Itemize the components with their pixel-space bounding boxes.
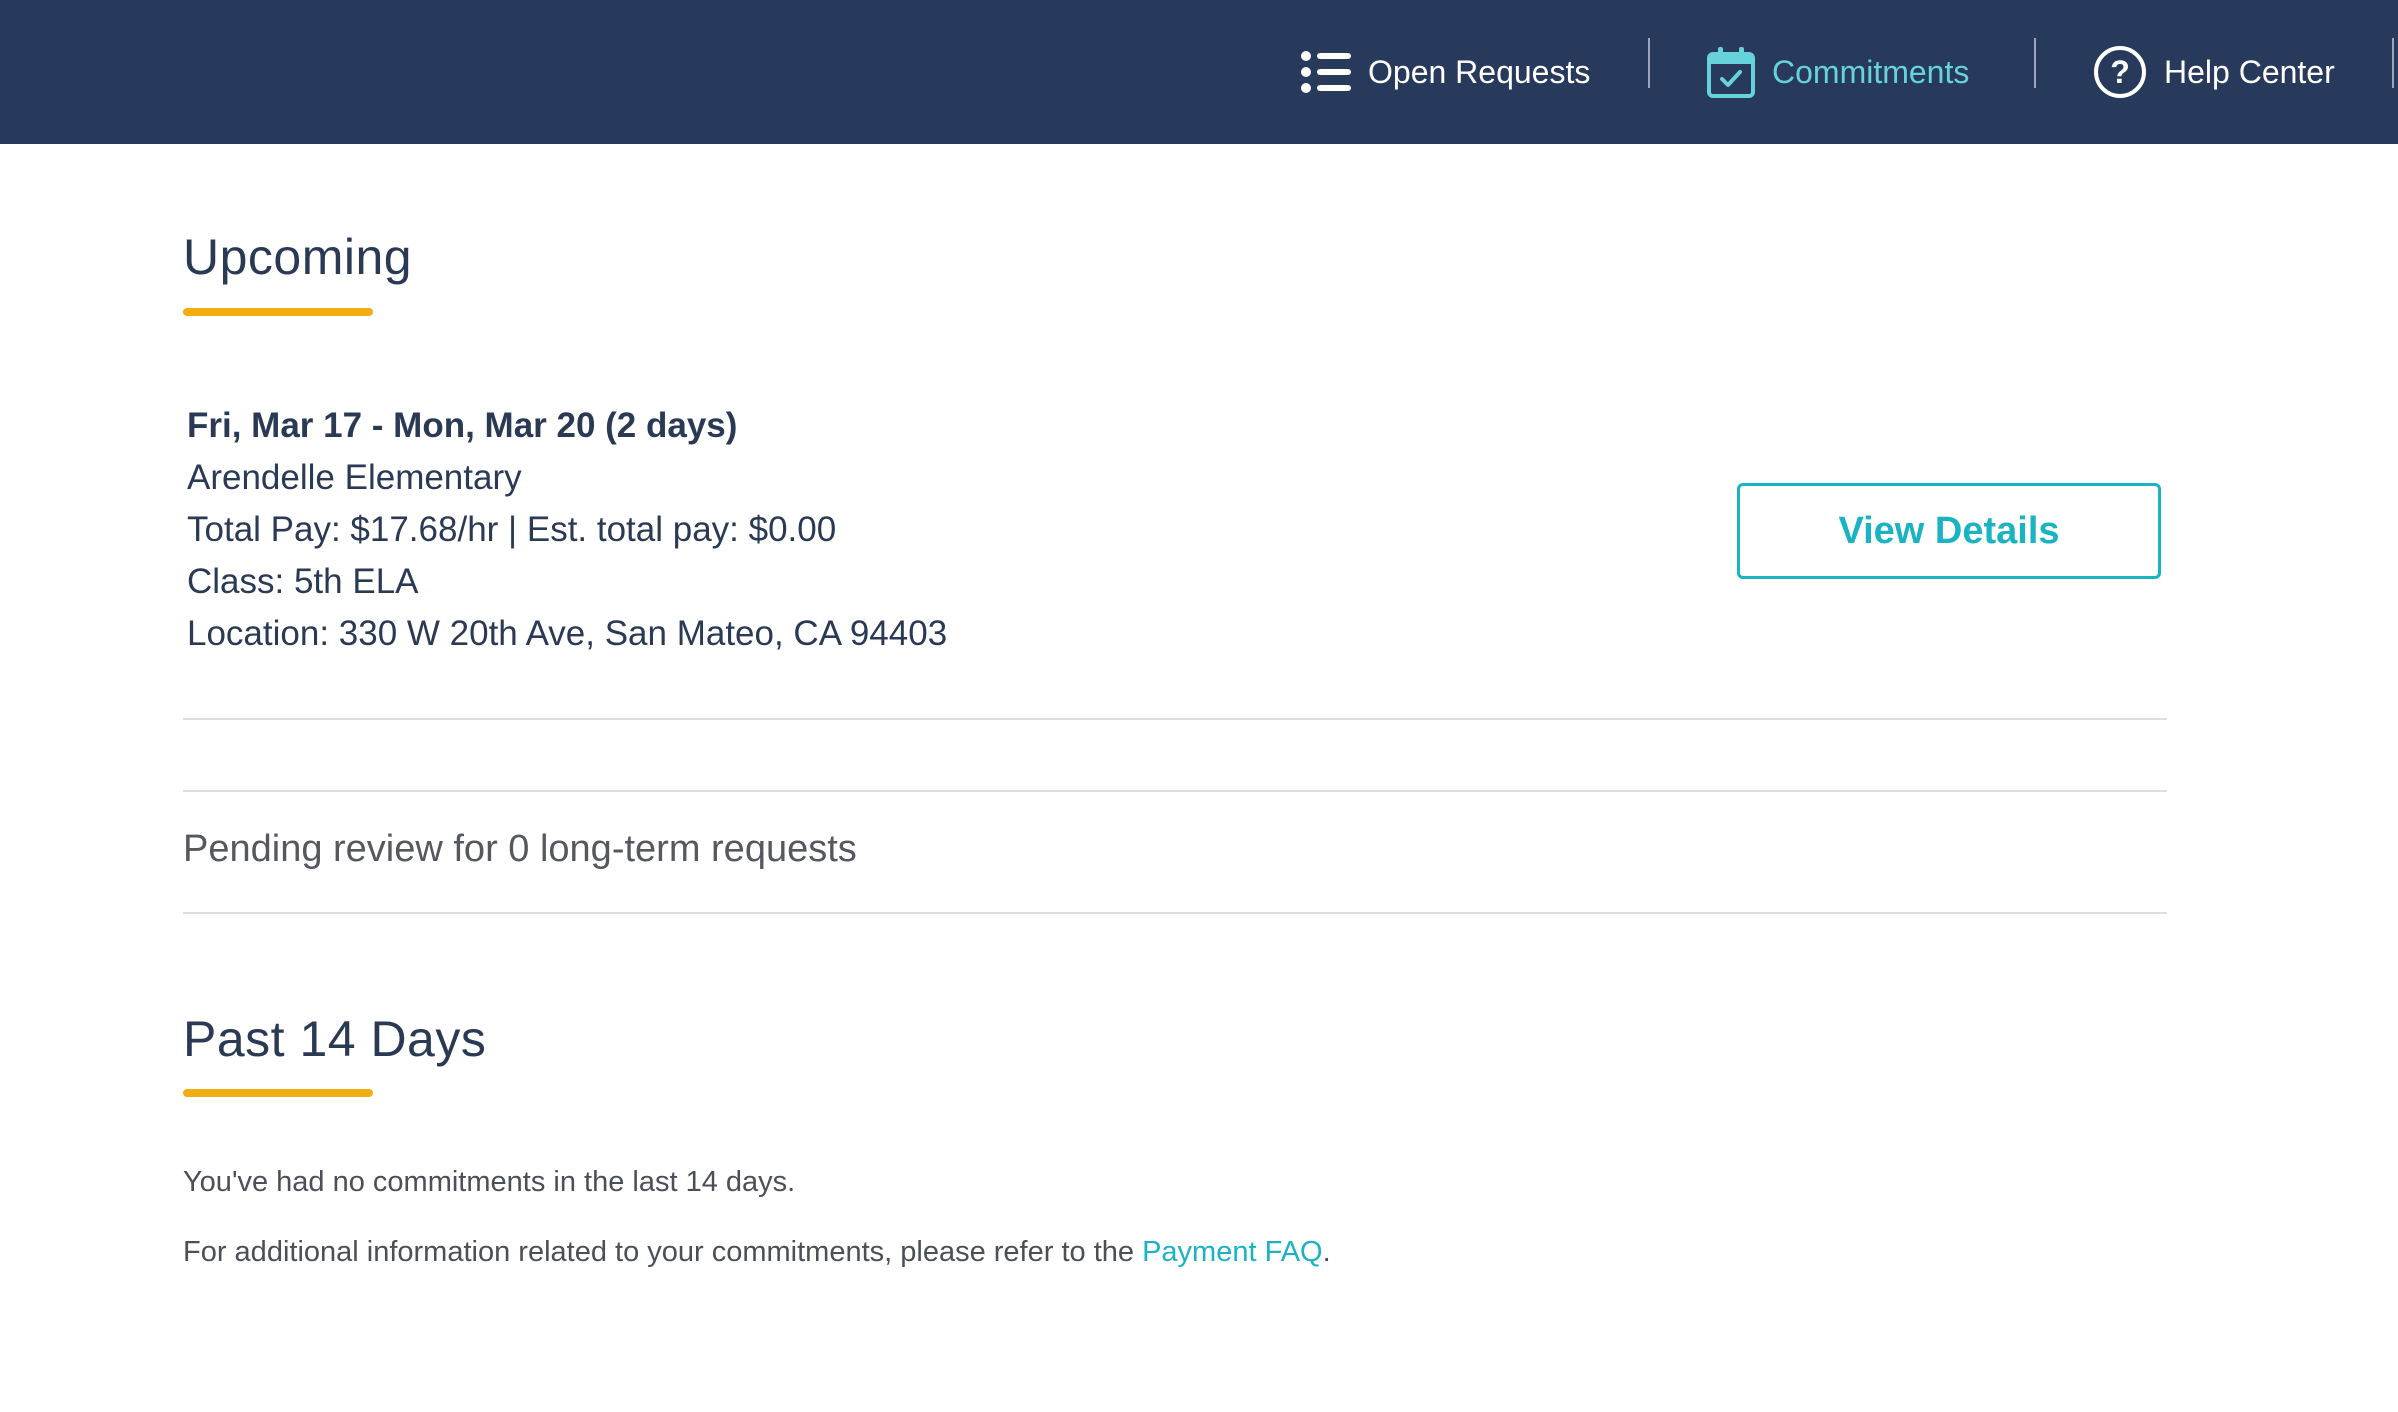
commitment-pay: Total Pay: $17.68/hr | Est. total pay: $… [187, 510, 837, 549]
faq-paragraph: For additional information related to yo… [183, 1236, 1331, 1269]
commitment-location: Location: 330 W 20th Ave, San Mateo, CA … [187, 614, 948, 653]
svg-text:?: ? [2110, 54, 2130, 90]
commitment-dates: Fri, Mar 17 - Mon, Mar 20 (2 days) [187, 406, 738, 445]
nav-commitments-label: Commitments [1772, 53, 1970, 90]
payment-faq-link[interactable]: Payment FAQ [1142, 1236, 1323, 1268]
divider [183, 790, 2167, 792]
past-title-underline [183, 1089, 373, 1097]
nav-divider [2392, 38, 2394, 88]
nav-open-requests[interactable]: Open Requests [1300, 0, 1590, 144]
nav-open-requests-label: Open Requests [1368, 53, 1591, 90]
list-icon [1300, 50, 1352, 94]
pending-review-text: Pending review for 0 long-term requests [183, 828, 857, 870]
nav-divider [1648, 38, 1650, 88]
nav-commitments[interactable]: Commitments [1706, 0, 1969, 144]
commitment-school: Arendelle Elementary [187, 458, 522, 497]
calendar-check-icon [1706, 45, 1756, 99]
faq-prefix: For additional information related to yo… [183, 1236, 1143, 1268]
nav-help-center-label: Help Center [2164, 53, 2335, 90]
question-circle-icon: ? [2092, 44, 2148, 100]
divider [183, 718, 2167, 720]
upcoming-title-underline [183, 308, 373, 316]
divider [183, 912, 2167, 914]
nav-help-center[interactable]: ? Help Center [2092, 0, 2335, 144]
top-navigation-bar: Open Requests Commitments ? Help Center [0, 0, 2398, 144]
commitment-class: Class: 5th ELA [187, 562, 419, 601]
upcoming-title: Upcoming [183, 229, 413, 285]
faq-suffix: . [1322, 1236, 1331, 1268]
nav-divider [2034, 38, 2036, 88]
no-commitments-text: You've had no commitments in the last 14… [183, 1166, 796, 1198]
past-14-days-title: Past 14 Days [183, 1011, 487, 1067]
view-details-button[interactable]: View Details [1737, 483, 2161, 579]
